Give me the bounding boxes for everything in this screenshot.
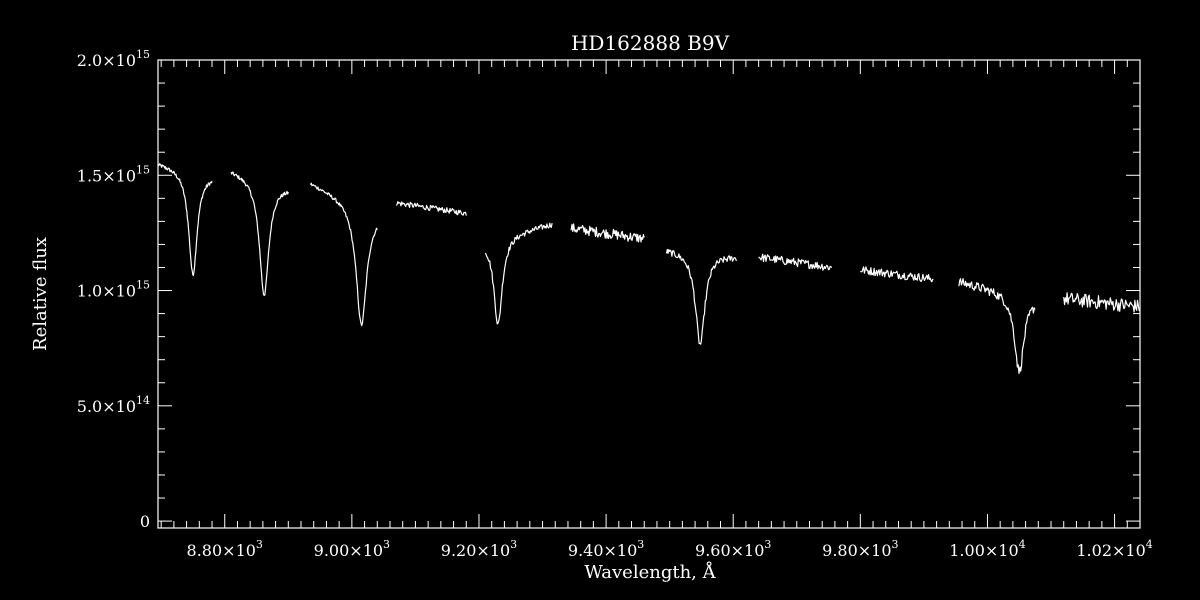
x-tick-label: 9.40×103 [568,538,644,560]
x-tick-label: 9.80×103 [822,538,898,560]
chart-title: HD162888 B9V [571,31,730,55]
x-tick-label: 9.00×103 [314,538,390,560]
spectrum-chart: HD162888 B9V 05.0×10141.0×10151.5×10152.… [0,0,1200,600]
x-axis-label: Wavelength, Å [584,561,716,583]
y-axis-label: Relative flux [30,237,51,351]
x-tick-label: 1.00×104 [949,538,1025,560]
x-tick-label: 8.80×103 [187,538,263,560]
x-tick-label: 9.20×103 [441,538,517,560]
x-tick-label: 1.02×104 [1076,538,1152,560]
y-tick-label: 0 [140,512,150,531]
chart-background [0,0,1200,600]
x-tick-label: 9.60×103 [695,538,771,560]
